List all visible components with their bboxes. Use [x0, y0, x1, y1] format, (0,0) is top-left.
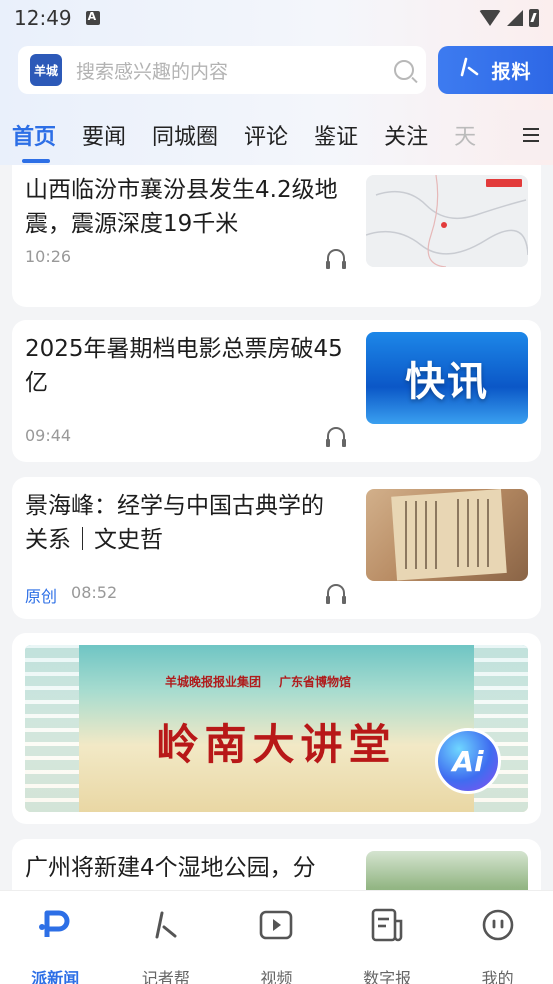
yangcheng-logo-icon: 羊城	[30, 54, 62, 86]
news-card[interactable]: 山西临汾市襄汾县发生4.2级地震，震源深度19千米 10:26	[12, 165, 541, 307]
nav-label: 派新闻	[31, 969, 80, 984]
pai-news-icon	[37, 907, 73, 943]
search-input[interactable]: 搜索感兴趣的内容	[76, 57, 394, 84]
reporter-pen-icon	[459, 56, 481, 84]
earthquake-map-thumbnail[interactable]	[366, 175, 528, 267]
flash-news-thumbnail[interactable]: 快讯	[366, 332, 528, 424]
ai-assistant-button[interactable]: Ai	[435, 728, 501, 794]
news-card[interactable]: 2025年暑期档电影总票房破45亿 09:44 快讯	[12, 320, 541, 462]
nav-label: 记者帮	[141, 969, 190, 984]
tab-city-circle[interactable]: 同城圈	[152, 119, 218, 151]
tab-comment[interactable]: 评论	[244, 119, 288, 151]
news-title[interactable]: 2025年暑期档电影总票房破45亿	[25, 332, 345, 400]
news-card[interactable]: 广州将新建4个湿地公园，分	[12, 839, 541, 890]
ancient-book-thumbnail[interactable]	[366, 489, 528, 581]
bottom-navigation: 派新闻 记者帮 视频 数字报 我的	[0, 890, 553, 984]
video-play-icon	[258, 907, 294, 943]
search-bar[interactable]: 羊城 搜索感兴趣的内容	[18, 46, 426, 94]
wifi-icon	[479, 10, 501, 26]
banner-card[interactable]: 羊城晚报报业集团 广东省博物馆 岭南大讲堂 Ai	[12, 633, 541, 824]
nav-pai-news[interactable]: 派新闻	[10, 907, 100, 984]
status-time: 12:49	[14, 6, 72, 30]
channel-menu-icon[interactable]	[523, 128, 539, 142]
profile-face-icon	[480, 907, 516, 943]
nav-profile[interactable]: 我的	[453, 907, 543, 984]
tabs-fade-overlay	[483, 110, 553, 160]
tab-weather[interactable]: 天	[454, 119, 476, 151]
news-meta: 10:26	[25, 247, 71, 266]
nav-reporter-help[interactable]: 记者帮	[121, 907, 211, 984]
news-meta: 09:44	[25, 426, 71, 445]
reporter-help-icon	[148, 907, 184, 943]
headphone-icon[interactable]	[326, 249, 346, 269]
flash-news-label: 快讯	[405, 359, 489, 405]
wetland-park-thumbnail[interactable]	[366, 851, 528, 890]
news-title[interactable]: 广州将新建4个湿地公园，分	[25, 851, 345, 885]
nav-digital-paper[interactable]: 数字报	[342, 907, 432, 984]
tab-verify[interactable]: 鉴证	[314, 119, 358, 151]
tab-important-news[interactable]: 要闻	[82, 119, 126, 151]
nav-label: 我的	[481, 969, 514, 984]
news-title[interactable]: 景海峰：经学与中国古典学的关系｜文史哲	[25, 489, 345, 557]
news-time: 08:52	[71, 583, 118, 602]
channel-tabs: 首页 要闻 同城圈 评论 鉴证 关注 天	[0, 110, 553, 163]
search-icon[interactable]	[394, 60, 414, 80]
battery-charging-icon	[529, 9, 539, 27]
digital-paper-icon	[369, 907, 405, 943]
tab-follow[interactable]: 关注	[384, 119, 428, 151]
news-card[interactable]: 景海峰：经学与中国古典学的关系｜文史哲 原创 08:52	[12, 477, 541, 619]
original-tag: 原创	[25, 587, 58, 606]
nav-label: 视频	[260, 969, 293, 984]
banner-logos: 羊城晚报报业集团 广东省博物馆	[165, 673, 351, 690]
tab-home[interactable]: 首页	[12, 119, 56, 163]
report-button[interactable]: 报料	[438, 46, 553, 94]
nav-video[interactable]: 视频	[231, 907, 321, 984]
news-meta: 原创 08:52	[25, 583, 117, 607]
signal-icon	[507, 10, 523, 26]
news-time: 09:44	[25, 426, 72, 445]
keyboard-indicator-icon	[85, 10, 100, 25]
yangcheng-group-logo: 羊城晚报报业集团	[165, 675, 262, 689]
headphone-icon[interactable]	[326, 584, 346, 604]
guangdong-museum-logo: 广东省博物馆	[279, 675, 352, 689]
news-feed[interactable]: 山西临汾市襄汾县发生4.2级地震，震源深度19千米 10:26 2025年暑期档…	[0, 165, 553, 890]
news-time: 10:26	[25, 247, 72, 266]
report-label: 报料	[491, 60, 532, 83]
headphone-icon[interactable]	[326, 427, 346, 447]
nav-label: 数字报	[363, 969, 412, 984]
status-bar: 12:49	[0, 0, 553, 36]
news-title[interactable]: 山西临汾市襄汾县发生4.2级地震，震源深度19千米	[25, 173, 345, 241]
